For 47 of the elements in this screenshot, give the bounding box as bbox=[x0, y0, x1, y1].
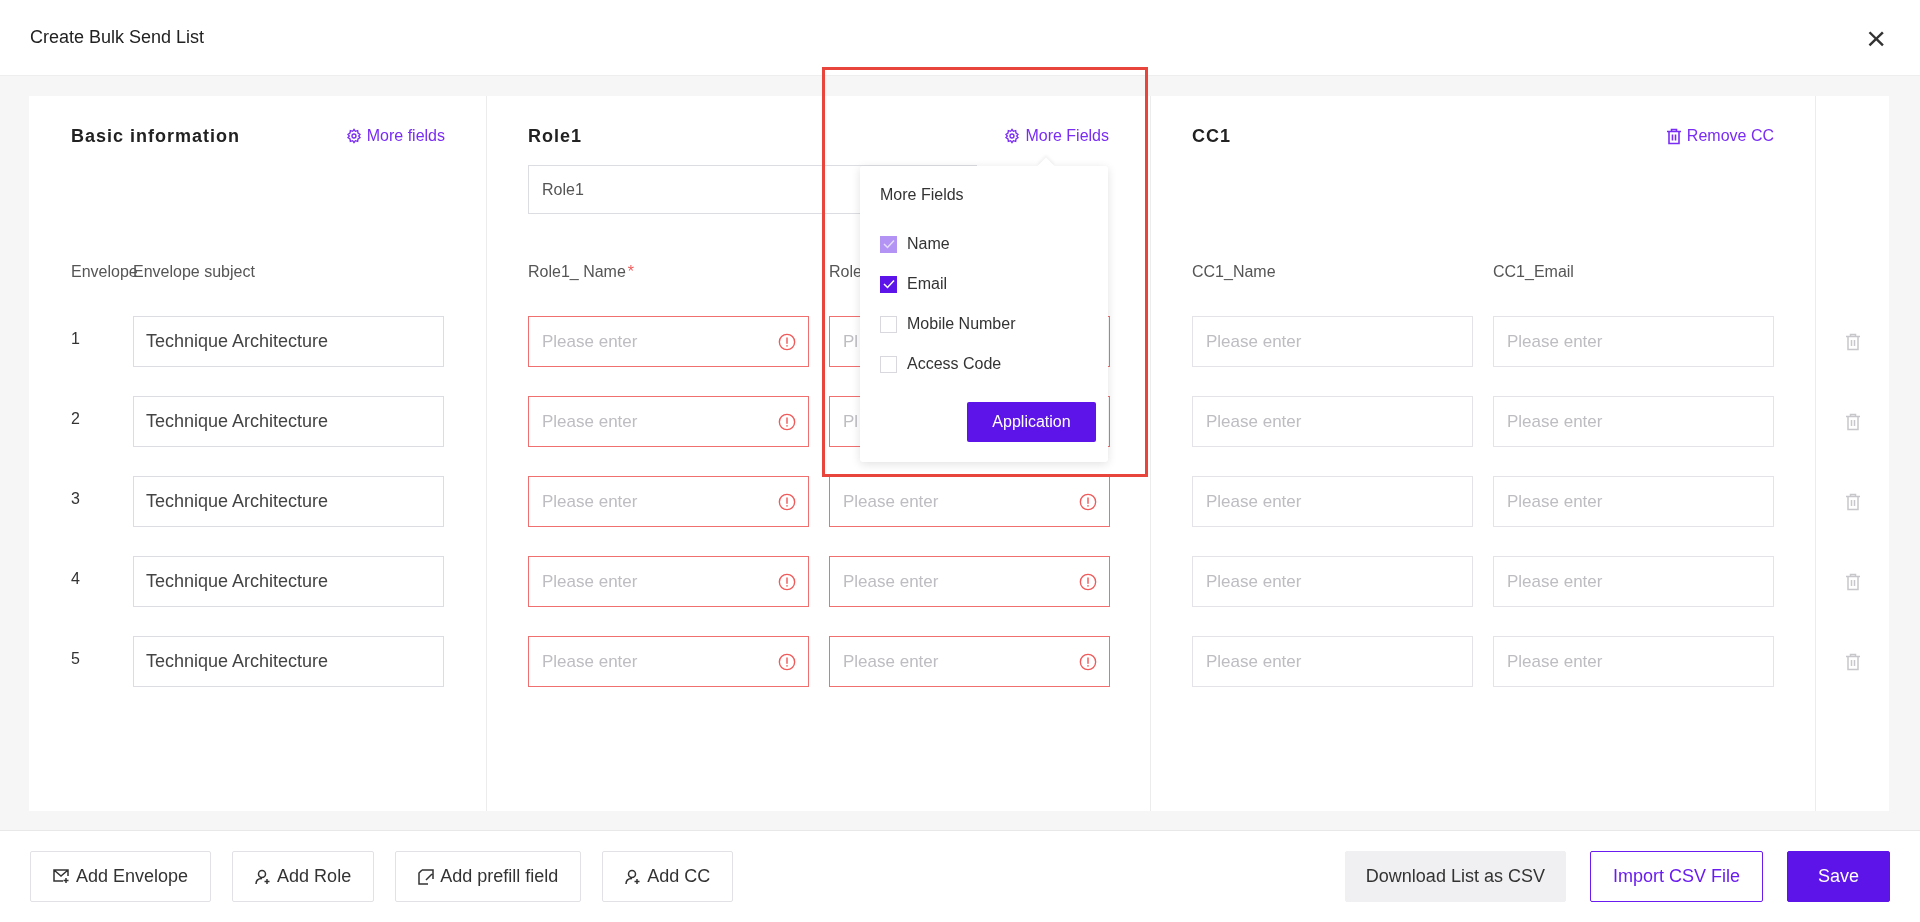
application-button[interactable]: Application bbox=[967, 402, 1096, 442]
action-button[interactable]: Save bbox=[1786, 851, 1890, 902]
subject-field[interactable]: Technique Architecture bbox=[133, 636, 444, 687]
row-number: 4 bbox=[71, 569, 81, 588]
row-number: 2 bbox=[71, 409, 81, 428]
action-button[interactable]: Import CSV File bbox=[1589, 851, 1763, 902]
checkbox[interactable] bbox=[880, 275, 897, 293]
column-label: CC1_Name bbox=[1192, 263, 1277, 281]
section-title: CC1 bbox=[1192, 125, 1231, 147]
column-label: CC1_Email bbox=[1493, 263, 1575, 281]
action-button[interactable]: Download List as CSV bbox=[1344, 851, 1566, 902]
subject-field[interactable]: Technique Architecture bbox=[133, 316, 444, 367]
field-option[interactable]: Access Code bbox=[880, 344, 1002, 384]
subject-field[interactable]: Technique Architecture bbox=[133, 396, 444, 447]
add-button[interactable]: Add Role bbox=[232, 851, 375, 902]
gear-icon bbox=[1004, 128, 1021, 144]
user-icon bbox=[625, 868, 642, 885]
delete-icon[interactable] bbox=[1844, 572, 1861, 591]
trash-icon bbox=[1665, 127, 1682, 145]
column-label: Role1_ Name* bbox=[528, 263, 636, 281]
delete-icon[interactable] bbox=[1844, 492, 1861, 511]
add-button[interactable]: Add prefill field bbox=[395, 851, 582, 902]
delete-icon[interactable] bbox=[1844, 332, 1861, 351]
add-button[interactable]: Add Envelope bbox=[30, 851, 212, 902]
section-title: Basic information bbox=[71, 125, 241, 147]
remove-cc-link[interactable]: Remove CC bbox=[1665, 127, 1774, 145]
field-option[interactable]: Email bbox=[880, 264, 947, 304]
row-number: 3 bbox=[71, 489, 81, 508]
close-button[interactable]: × bbox=[1862, 20, 1890, 55]
delete-icon[interactable] bbox=[1844, 412, 1861, 431]
column-label: Role bbox=[829, 263, 863, 281]
row-number: 5 bbox=[71, 649, 81, 668]
note-icon bbox=[418, 868, 435, 885]
row-number: 1 bbox=[71, 329, 81, 348]
envelope-icon bbox=[53, 869, 70, 884]
popup-title: More Fields bbox=[880, 186, 964, 204]
field-option[interactable]: Mobile Number bbox=[880, 304, 1016, 344]
subject-field[interactable]: Technique Architecture bbox=[133, 476, 444, 527]
delete-icon[interactable] bbox=[1844, 652, 1861, 671]
more-fields-link[interactable]: More Fields bbox=[1004, 127, 1109, 145]
more-fields-link[interactable]: More fields bbox=[345, 127, 445, 145]
add-button[interactable]: Add CC bbox=[602, 851, 734, 902]
section-title: Role1 bbox=[528, 125, 583, 147]
dialog-title: Create Bulk Send List bbox=[30, 27, 205, 48]
user-icon bbox=[255, 868, 272, 885]
subject-field[interactable]: Technique Architecture bbox=[133, 556, 444, 607]
gear-icon bbox=[345, 128, 362, 144]
